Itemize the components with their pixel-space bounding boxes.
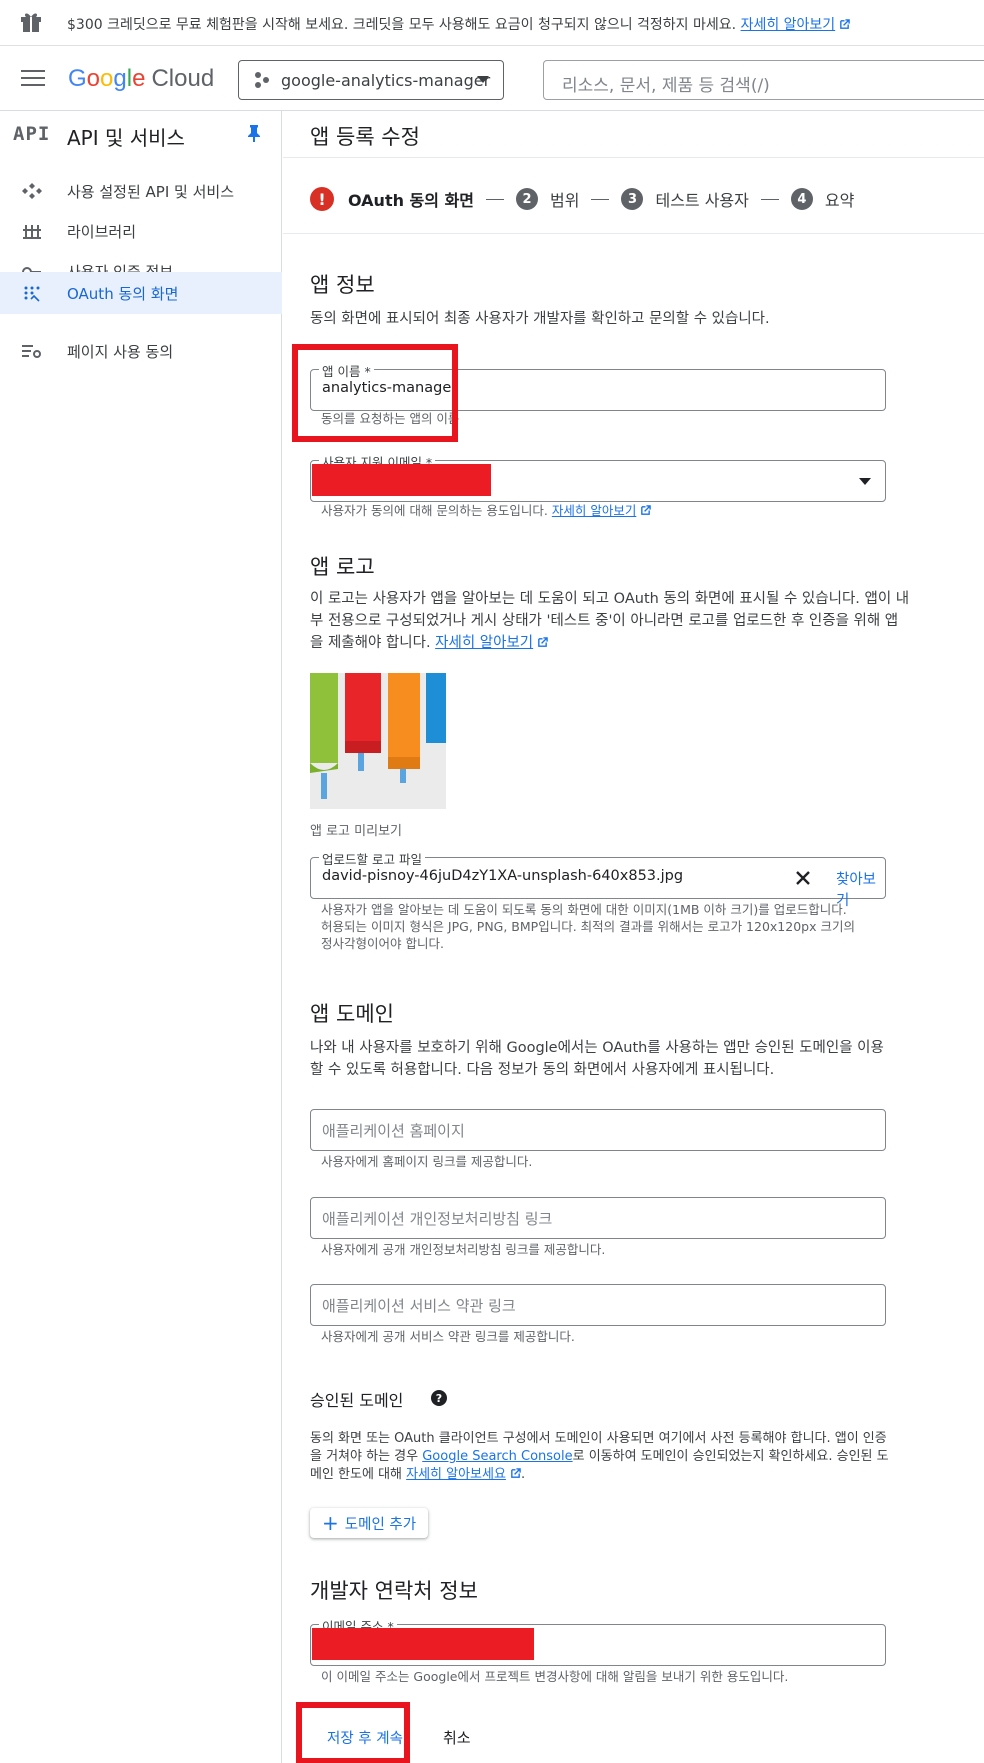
close-icon[interactable] [793,868,813,888]
step-scopes[interactable]: 범위 [550,187,579,211]
authorized-domains-heading: 승인된 도메인 [310,1391,404,1410]
developer-email-hint: 이 이메일 주소는 Google에서 프로젝트 변경사항에 대해 알림을 보내기… [321,1669,789,1684]
app-domain-description: 나와 내 사용자를 보호하기 위해 Google에서는 OAuth를 사용하는 … [310,1040,884,1078]
banner-text: $300 크레딧으로 무료 체험판을 시작해 보세요. 크레딧을 모두 사용해도… [67,14,850,34]
external-link-icon [840,19,850,29]
menu-icon[interactable] [21,70,45,88]
cancel-button[interactable]: 취소 [443,1719,471,1755]
authorized-domains-description: 동의 화면 또는 OAuth 클라이언트 구성에서 도메인이 사용되면 여기에서… [310,1431,889,1482]
sidebar-title: API 및 서비스 [67,126,185,150]
logo-upload-label: 업로드할 로고 파일 [319,849,425,868]
external-link-icon [511,1468,521,1478]
step-test-users[interactable]: 테스트 사용자 [655,187,748,211]
dropdown-arrow-icon [859,478,871,485]
logo-google-text: Google [68,65,146,92]
authorized-domains-learn-more-link[interactable]: 자세히 알아보세요 [406,1467,521,1482]
terms-of-service-url-input[interactable]: 애플리케이션 서비스 약관 링크 [310,1284,886,1326]
support-email-learn-more-link[interactable]: 자세히 알아보기 [552,503,652,518]
top-app-bar: Google Cloud google-analytics-manager 리소스… [0,47,984,111]
step-number-2: 2 [516,188,539,210]
error-icon: ! [310,187,334,211]
divider [283,233,984,234]
search-console-link[interactable]: Google Search Console [422,1449,572,1464]
terms-of-service-url-placeholder: 애플리케이션 서비스 약관 링크 [322,1297,516,1315]
logo-upload-hint: 사용자가 앱을 알아보는 데 도움이 되도록 동의 화면에 대한 이미지(1MB… [321,902,855,951]
stepper: ! OAuth 동의 화면 2 범위 3 테스트 사용자 4 요약 [310,186,854,212]
step-oauth-consent[interactable]: OAuth 동의 화면 [348,187,474,211]
support-email-hint: 사용자가 동의에 대해 문의하는 용도입니다. 자세히 알아보기 [321,502,861,519]
divider [283,157,984,158]
banner-learn-more-link[interactable]: 자세히 알아보기 [741,17,851,33]
homepage-url-hint: 사용자에게 홈페이지 링크를 제공합니다. [321,1154,533,1169]
sidebar-item-enabled-apis[interactable]: 사용 설정된 API 및 서비스 [0,169,282,213]
sidebar: API API 및 서비스 사용 설정된 API 및 서비스 라이브러리 사용자… [0,111,282,1763]
redacted-email [312,1628,534,1660]
google-cloud-logo[interactable]: Google Cloud [68,65,214,93]
search-input[interactable]: 리소스, 문서, 제품 등 검색(/) [543,60,984,100]
terms-of-service-url-hint: 사용자에게 공개 서비스 약관 링크를 제공합니다. [321,1329,575,1344]
trial-banner: $300 크레딧으로 무료 체험판을 시작해 보세요. 크레딧을 모두 사용해도… [0,0,984,46]
hub-icon [22,183,42,199]
sidebar-header: API API 및 서비스 [0,111,282,157]
plus-icon: + [322,1511,339,1535]
homepage-url-input[interactable]: 애플리케이션 홈페이지 [310,1109,886,1151]
library-icon [23,225,41,239]
sidebar-item-label: 페이지 사용 동의 [67,343,174,361]
privacy-policy-url-placeholder: 애플리케이션 개인정보처리방침 링크 [322,1210,553,1228]
page-title: 앱 등록 수정 [310,125,420,149]
logo-upload-filename: david-pisnoy-46juD4zY1XA-unsplash-640x85… [322,868,684,884]
step-summary[interactable]: 요약 [825,187,854,211]
consent-icon [24,286,40,302]
project-name: google-analytics-manager [281,70,491,90]
sidebar-item-label: OAuth 동의 화면 [67,285,179,303]
privacy-policy-url-input[interactable]: 애플리케이션 개인정보처리방침 링크 [310,1197,886,1239]
step-connector [760,198,779,200]
developer-contact-heading: 개발자 연락처 정보 [310,1579,478,1603]
settings-list-icon [22,345,41,358]
add-domain-label: 도메인 추가 [344,1516,417,1533]
pin-icon[interactable] [246,124,262,142]
app-logo-preview-caption: 앱 로고 미리보기 [310,824,402,839]
sidebar-item-page-usage-agreement[interactable]: 페이지 사용 동의 [0,329,282,373]
app-info-description: 동의 화면에 표시되어 최종 사용자가 개발자를 확인하고 문의할 수 있습니다… [310,311,770,327]
sidebar-item-library[interactable]: 라이브러리 [0,209,282,253]
sidebar-item-label: 사용 설정된 API 및 서비스 [67,183,235,201]
privacy-policy-url-hint: 사용자에게 공개 개인정보처리방침 링크를 제공합니다. [321,1242,606,1257]
help-icon[interactable]: ? [431,1390,447,1406]
project-hierarchy-icon [255,72,269,88]
app-logo-learn-more-link[interactable]: 자세히 알아보기 [435,635,548,651]
logo-cloud-text: Cloud [151,65,215,92]
sidebar-item-label: 라이브러리 [67,223,137,241]
redacted-email [312,464,491,496]
main-content: 앱 등록 수정 ! OAuth 동의 화면 2 범위 3 테스트 사용자 4 요… [283,111,984,1763]
annotation-box-app-name [292,344,458,442]
step-connector [486,198,505,200]
external-link-icon [538,637,548,647]
sidebar-item-oauth-consent[interactable]: OAuth 동의 화면 [0,272,282,314]
app-logo-preview-image [310,673,446,809]
app-logo-heading: 앱 로고 [310,555,375,579]
api-icon: API [13,123,51,145]
annotation-box-save-button [296,1702,410,1763]
logo-upload-field[interactable]: 업로드할 로고 파일 david-pisnoy-46juD4zY1XA-unsp… [310,849,886,909]
step-number-3: 3 [621,188,644,210]
step-connector [591,198,610,200]
chevron-down-icon [477,76,489,83]
app-domain-heading: 앱 도메인 [310,1002,394,1026]
step-number-4: 4 [790,188,813,210]
external-link-icon [641,505,652,515]
project-selector[interactable]: google-analytics-manager [238,60,504,100]
homepage-url-placeholder: 애플리케이션 홈페이지 [322,1122,465,1140]
app-info-heading: 앱 정보 [310,273,375,297]
gift-icon [21,13,41,32]
app-logo-description: 이 로고는 사용자가 앱을 알아보는 데 도움이 되고 OAuth 동의 화면에… [310,591,910,651]
add-domain-button[interactable]: + 도메인 추가 [310,1508,429,1538]
